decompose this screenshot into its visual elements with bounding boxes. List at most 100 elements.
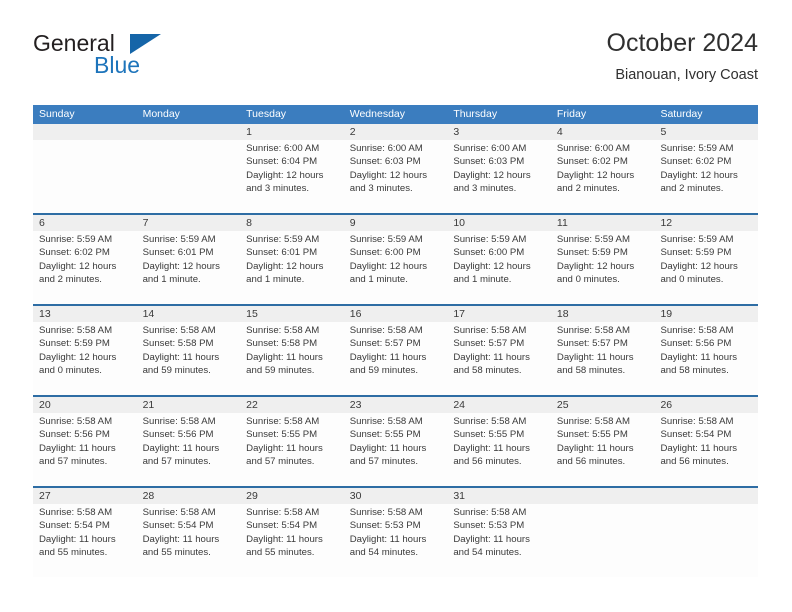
weekday-header-tuesday: Tuesday (246, 108, 287, 120)
day-number[interactable]: 14 (137, 306, 241, 322)
day-number[interactable]: 8 (240, 215, 344, 231)
day-number[interactable]: 19 (654, 306, 758, 322)
sunset-line: Sunset: 6:02 PM (39, 247, 110, 259)
day-cell[interactable]: Sunrise: 5:58 AM Sunset: 5:56 PM Daylight:… (654, 322, 758, 395)
sunset-line: Sunset: 6:03 PM (349, 156, 421, 168)
daylight-line-1: Daylight: 11 hours (142, 533, 220, 545)
day-cell[interactable]: Sunrise: 6:00 AM Sunset: 6:03 PM Daylight:… (344, 140, 448, 213)
day-cell[interactable]: Sunrise: 5:59 AM Sunset: 6:01 PM Daylight:… (240, 231, 344, 304)
day-cell[interactable]: Sunrise: 5:58 AM Sunset: 5:57 PM Daylight:… (447, 322, 551, 395)
blue-triangle-flag-icon (130, 34, 161, 54)
day-number[interactable]: 3 (447, 124, 551, 140)
day-number[interactable]: 27 (33, 488, 137, 504)
sunset-line: Sunset: 5:53 PM (453, 520, 525, 532)
sunset-line: Sunset: 6:00 PM (453, 247, 525, 259)
day-number[interactable]: 11 (551, 215, 655, 231)
day-number[interactable]: 15 (240, 306, 344, 322)
sunrise-line: Sunrise: 5:58 AM (556, 416, 630, 427)
day-cell[interactable]: Sunrise: 5:58 AM Sunset: 5:54 PM Daylight:… (33, 504, 137, 577)
day-cell[interactable]: Sunrise: 5:59 AM Sunset: 5:59 PM Daylight:… (551, 231, 655, 304)
week-daynumber-band: 20 21 22 23 24 25 26 (33, 397, 758, 413)
day-cell[interactable]: Sunrise: 5:58 AM Sunset: 5:57 PM Daylight:… (551, 322, 655, 395)
weekday-header-wednesday: Wednesday (349, 108, 405, 120)
day-cell[interactable]: Sunrise: 6:00 AM Sunset: 6:02 PM Daylight:… (551, 140, 655, 213)
daylight-line-1: Daylight: 11 hours (660, 442, 738, 454)
day-number (33, 124, 137, 140)
day-cell[interactable]: Sunrise: 5:59 AM Sunset: 6:00 PM Daylight:… (447, 231, 551, 304)
daylight-line-2: and 58 minutes. (453, 365, 522, 377)
day-cell[interactable]: Sunrise: 5:59 AM Sunset: 5:59 PM Daylight:… (654, 231, 758, 304)
daylight-line-1: Daylight: 11 hours (556, 442, 634, 454)
day-number[interactable]: 16 (344, 306, 448, 322)
day-number[interactable]: 17 (447, 306, 551, 322)
daylight-line-2: and 58 minutes. (660, 365, 729, 377)
daylight-line-2: and 59 minutes. (246, 365, 315, 377)
day-cell[interactable]: Sunrise: 5:58 AM Sunset: 5:55 PM Daylight:… (344, 413, 448, 486)
day-number[interactable]: 24 (447, 397, 551, 413)
day-cell[interactable]: Sunrise: 5:58 AM Sunset: 5:54 PM Daylight:… (240, 504, 344, 577)
day-cell[interactable]: Sunrise: 6:00 AM Sunset: 6:03 PM Daylight:… (447, 140, 551, 213)
day-number[interactable]: 23 (344, 397, 448, 413)
day-number[interactable]: 25 (551, 397, 655, 413)
day-number[interactable]: 30 (344, 488, 448, 504)
sunrise-line: Sunrise: 5:58 AM (39, 325, 113, 336)
sunrise-line: Sunrise: 5:58 AM (142, 507, 216, 518)
day-cell[interactable]: Sunrise: 5:58 AM Sunset: 5:57 PM Daylight:… (344, 322, 448, 395)
day-number[interactable]: 12 (654, 215, 758, 231)
sunrise-line: Sunrise: 5:59 AM (142, 234, 216, 245)
day-cell[interactable]: Sunrise: 5:59 AM Sunset: 6:00 PM Daylight:… (344, 231, 448, 304)
day-number[interactable]: 18 (551, 306, 655, 322)
day-number[interactable]: 26 (654, 397, 758, 413)
day-number[interactable]: 22 (240, 397, 344, 413)
sunset-line: Sunset: 5:57 PM (453, 338, 525, 350)
day-cell[interactable]: Sunrise: 5:59 AM Sunset: 6:02 PM Daylight:… (33, 231, 137, 304)
day-cell[interactable]: Sunrise: 5:58 AM Sunset: 5:58 PM Daylight:… (137, 322, 241, 395)
day-cell[interactable]: Sunrise: 5:58 AM Sunset: 5:54 PM Daylight:… (654, 413, 758, 486)
day-number[interactable]: 9 (344, 215, 448, 231)
day-number[interactable]: 10 (447, 215, 551, 231)
day-cell[interactable]: Sunrise: 5:58 AM Sunset: 5:55 PM Daylight:… (240, 413, 344, 486)
brand-logo[interactable]: General Blue (33, 28, 253, 90)
daylight-line-2: and 0 minutes. (39, 365, 102, 377)
day-number[interactable]: 28 (137, 488, 241, 504)
day-number[interactable]: 7 (137, 215, 241, 231)
day-cell[interactable]: Sunrise: 5:58 AM Sunset: 5:58 PM Daylight:… (240, 322, 344, 395)
day-number[interactable]: 13 (33, 306, 137, 322)
sunrise-line: Sunrise: 5:58 AM (246, 507, 320, 518)
day-cell[interactable]: Sunrise: 5:58 AM Sunset: 5:55 PM Daylight:… (447, 413, 551, 486)
day-cell[interactable]: Sunrise: 5:58 AM Sunset: 5:55 PM Daylight:… (551, 413, 655, 486)
daylight-line-2: and 54 minutes. (349, 547, 419, 559)
sunset-line: Sunset: 6:02 PM (660, 156, 732, 168)
daylight-line-2: and 59 minutes. (349, 365, 419, 377)
day-number[interactable]: 2 (344, 124, 448, 140)
day-cell[interactable]: Sunrise: 5:58 AM Sunset: 5:59 PM Daylight:… (33, 322, 137, 395)
daylight-line-1: Daylight: 12 hours (142, 260, 220, 272)
day-cell[interactable]: Sunrise: 5:59 AM Sunset: 6:01 PM Daylight:… (137, 231, 241, 304)
day-number[interactable]: 1 (240, 124, 344, 140)
daylight-line-1: Daylight: 12 hours (39, 351, 117, 363)
day-number[interactable]: 4 (551, 124, 655, 140)
day-cell-empty (33, 140, 137, 213)
day-cell[interactable]: Sunrise: 5:59 AM Sunset: 6:02 PM Daylight:… (654, 140, 758, 213)
day-number[interactable]: 5 (654, 124, 758, 140)
daylight-line-1: Daylight: 12 hours (246, 169, 324, 181)
day-number[interactable]: 6 (33, 215, 137, 231)
day-cell[interactable]: Sunrise: 5:58 AM Sunset: 5:56 PM Daylight:… (137, 413, 241, 486)
daylight-line-2: and 57 minutes. (39, 456, 108, 468)
day-cell[interactable]: Sunrise: 5:58 AM Sunset: 5:53 PM Daylight:… (447, 504, 551, 577)
sunset-line: Sunset: 5:54 PM (660, 429, 732, 441)
day-number[interactable]: 21 (137, 397, 241, 413)
day-number[interactable]: 31 (447, 488, 551, 504)
daylight-line-1: Daylight: 11 hours (39, 533, 116, 545)
day-cell[interactable]: Sunrise: 5:58 AM Sunset: 5:54 PM Daylight:… (137, 504, 241, 577)
day-cell[interactable]: Sunrise: 6:00 AM Sunset: 6:04 PM Daylight:… (240, 140, 344, 213)
day-number[interactable]: 29 (240, 488, 344, 504)
day-cell[interactable]: Sunrise: 5:58 AM Sunset: 5:56 PM Daylight:… (33, 413, 137, 486)
sunrise-line: Sunrise: 5:59 AM (556, 234, 630, 245)
day-cell[interactable]: Sunrise: 5:58 AM Sunset: 5:53 PM Daylight:… (344, 504, 448, 577)
sunset-line: Sunset: 5:55 PM (556, 429, 628, 441)
sunset-line: Sunset: 5:59 PM (39, 338, 110, 350)
day-number[interactable]: 20 (33, 397, 137, 413)
week-detail-band: Sunrise: 5:58 AM Sunset: 5:54 PM Daylight:… (33, 504, 758, 577)
weekday-header-friday: Friday (556, 108, 587, 120)
